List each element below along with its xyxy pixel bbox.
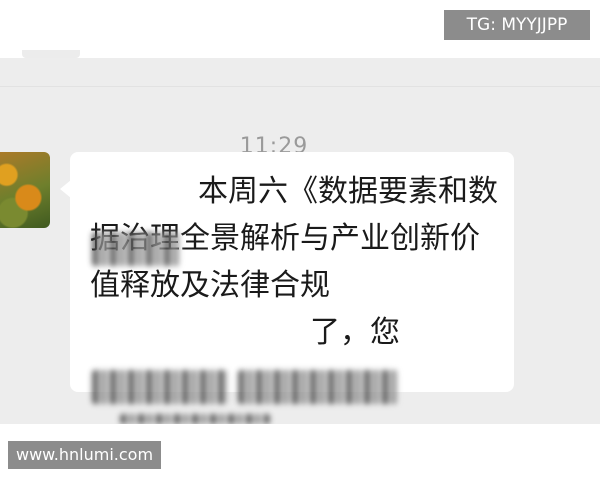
redaction-block [238, 370, 398, 404]
top-watermark: TG: MYYJJPP [444, 10, 590, 40]
header-divider [0, 86, 600, 87]
message-text-tail: 了，您 [310, 315, 400, 350]
redaction-block [120, 414, 270, 424]
redaction-block [92, 370, 228, 404]
redaction-block [92, 232, 180, 266]
previous-element-edge [22, 50, 80, 58]
bottom-watermark: www.hnlumi.com [8, 441, 162, 469]
contact-avatar[interactable] [0, 152, 50, 228]
